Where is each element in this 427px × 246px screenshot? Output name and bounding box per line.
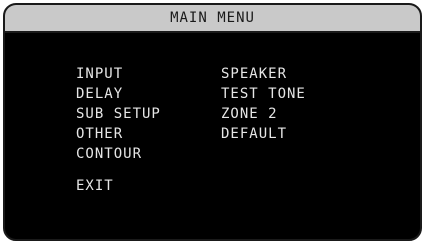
osd-screen: MAIN MENU INPUT DELAY SUB SETUP OTHER CO… <box>3 3 422 241</box>
menu-item-default[interactable]: DEFAULT <box>221 124 306 144</box>
menu-item-test-tone[interactable]: TEST TONE <box>221 84 306 104</box>
menu-title: MAIN MENU <box>170 10 255 26</box>
menu-item-other[interactable]: OTHER <box>76 124 161 144</box>
menu-item-input[interactable]: INPUT <box>76 64 161 84</box>
menu-item-sub-setup[interactable]: SUB SETUP <box>76 104 161 124</box>
menu-item-exit[interactable]: EXIT <box>76 176 161 196</box>
left-menu-column: INPUT DELAY SUB SETUP OTHER CONTOUR EXIT <box>76 64 161 196</box>
menu-item-contour[interactable]: CONTOUR <box>76 144 161 164</box>
right-menu-column: SPEAKER TEST TONE ZONE 2 DEFAULT <box>221 64 306 144</box>
title-bar: MAIN MENU <box>5 5 420 33</box>
menu-item-zone-2[interactable]: ZONE 2 <box>221 104 306 124</box>
menu-item-speaker[interactable]: SPEAKER <box>221 64 306 84</box>
menu-item-delay[interactable]: DELAY <box>76 84 161 104</box>
